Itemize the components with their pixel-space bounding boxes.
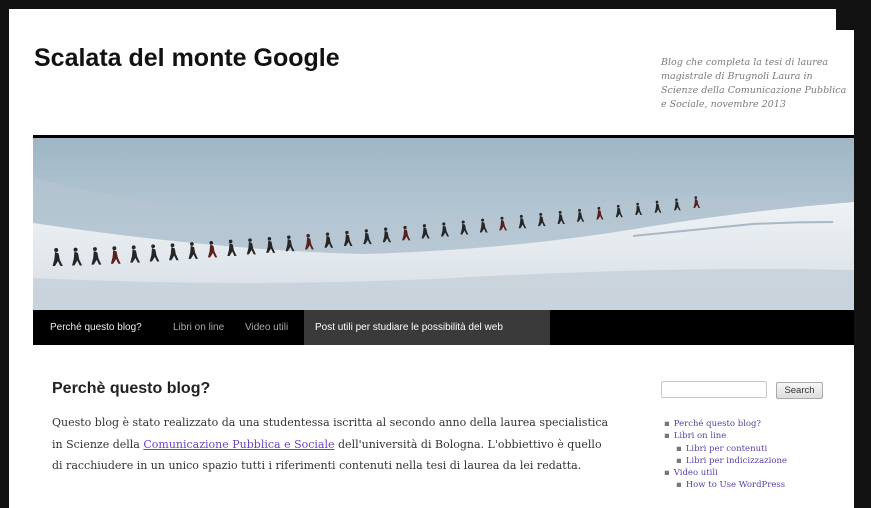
sidebar-item-libri-per-indicizzazione[interactable]: ▪ Libri per indicizzazione xyxy=(664,455,787,467)
bullet-icon: ▪ xyxy=(664,419,670,429)
sidebar-item-libri-on-line[interactable]: ▪ Libri on line xyxy=(664,430,787,442)
sidebar-item-label[interactable]: Video utili xyxy=(674,468,718,478)
post-title[interactable]: Perchè questo blog? xyxy=(52,380,210,398)
search-button[interactable]: Search xyxy=(776,382,823,399)
post-body: Questo blog è stato realizzato da una st… xyxy=(52,412,612,477)
sidebar-item-video-utili[interactable]: ▪ Video utili xyxy=(664,467,787,479)
nav-item-libri-on-line[interactable]: Libri on line xyxy=(173,310,224,345)
sidebar-item-perche-questo-blog[interactable]: ▪ Perché questo blog? xyxy=(664,418,787,430)
bullet-icon: ▪ xyxy=(676,455,682,466)
header-banner-image xyxy=(33,138,854,310)
sidebar-item-label[interactable]: Libri on line xyxy=(674,431,727,441)
window-frame-left xyxy=(0,0,9,508)
sidebar-item-how-to-use-wordpress[interactable]: ▪ How to Use WordPress xyxy=(664,479,787,491)
sidebar-item-label[interactable]: How to Use WordPress xyxy=(686,480,785,490)
nav-item-video-utili[interactable]: Video utili xyxy=(245,310,288,345)
main-navigation: Perché questo blog? Libri on line Video … xyxy=(33,310,854,345)
nav-item-post-utili[interactable]: Post utili per studiare le possibilità d… xyxy=(304,310,550,345)
sidebar-item-label[interactable]: Libri per indicizzazione xyxy=(686,456,787,466)
search-input[interactable] xyxy=(661,381,767,398)
sidebar-item-label[interactable]: Perché questo blog? xyxy=(674,419,761,429)
nav-item-perche-questo-blog[interactable]: Perché questo blog? xyxy=(50,310,142,345)
window-frame-corner xyxy=(836,0,871,30)
bullet-icon: ▪ xyxy=(664,431,670,442)
bullet-icon: ▪ xyxy=(676,480,682,491)
bullet-icon: ▪ xyxy=(664,468,670,479)
sidebar-pages-list: ▪ Perché questo blog? ▪ Libri on line ▪ Lib… xyxy=(664,418,787,492)
window-frame-right xyxy=(854,0,871,508)
sidebar-item-label[interactable]: Libri per contenuti xyxy=(686,444,767,454)
site-description: Blog che completa la tesi di laurea magi… xyxy=(661,57,847,110)
post-inline-link[interactable]: Comunicazione Pubblica e Sociale xyxy=(143,438,334,451)
window-frame-top xyxy=(0,0,871,9)
site-title[interactable]: Scalata del monte Google xyxy=(34,44,340,73)
bullet-icon: ▪ xyxy=(676,443,682,454)
sidebar-item-libri-per-contenuti[interactable]: ▪ Libri per contenuti xyxy=(664,443,787,455)
